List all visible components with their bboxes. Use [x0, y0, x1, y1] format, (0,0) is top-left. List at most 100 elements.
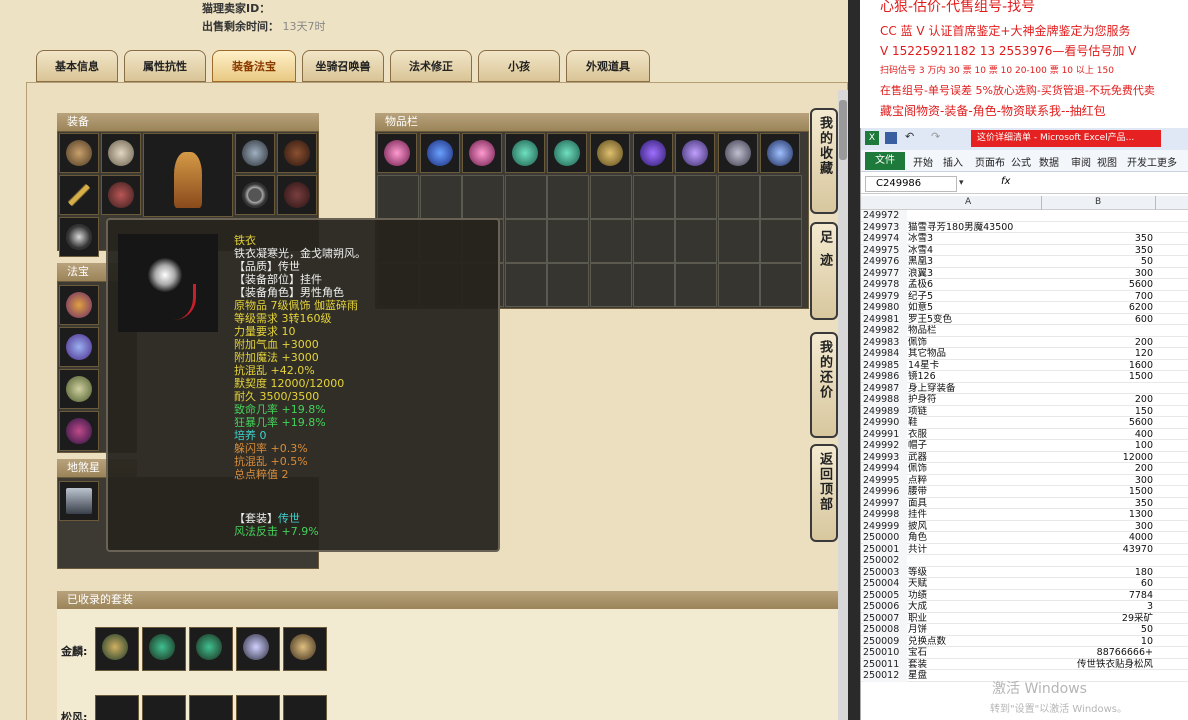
inventory-empty-slot[interactable] [504, 219, 547, 263]
cell-b[interactable]: 350 [1043, 233, 1153, 245]
inventory-empty-slot[interactable] [547, 263, 590, 307]
suit-item-slot[interactable] [283, 695, 327, 720]
cell-a[interactable]: 套装 [908, 659, 1040, 671]
inventory-empty-slot[interactable] [632, 175, 675, 219]
cell-b[interactable]: 600 [1043, 314, 1153, 326]
cell-a[interactable]: 衣服 [908, 429, 1040, 441]
ribbon-tab[interactable]: 视图 [1097, 154, 1117, 169]
cell-b[interactable]: 150 [1043, 406, 1153, 418]
cell-a[interactable]: 孟极6 [908, 279, 1040, 291]
cell-b[interactable]: 3 [1043, 601, 1153, 613]
cell-b[interactable]: 180 [1043, 567, 1153, 579]
cell-a[interactable]: 职业 [908, 613, 1040, 625]
cell-b[interactable]: 200 [1043, 337, 1153, 349]
table-row[interactable]: 250007 职业 29采矿 [861, 612, 1188, 625]
suit-item-slot[interactable] [189, 695, 233, 720]
equip-slot-necklace[interactable] [235, 133, 275, 173]
table-row[interactable]: 249985 14星卡 1600 [861, 359, 1188, 371]
table-row[interactable]: 249974 冰雪3 350 [861, 233, 1188, 245]
table-row[interactable]: 249995 点粹 300 [861, 474, 1188, 487]
cell-b[interactable]: 120 [1043, 348, 1153, 360]
table-row[interactable]: 250001 共计 43970 [861, 543, 1188, 555]
cell-b[interactable]: 350 [1043, 498, 1153, 510]
cell-b[interactable]: 传世铁衣贴身松风 [1043, 659, 1153, 671]
page-scrollbar[interactable] [838, 90, 848, 720]
table-row[interactable]: 249996 腰带 1500 [861, 486, 1188, 498]
cell-b[interactable]: 5600 [1043, 279, 1153, 291]
table-row[interactable]: 249993 武器 12000 [861, 451, 1188, 464]
ribbon-tab[interactable]: 开发工 [1127, 154, 1157, 169]
equip-slot-hat[interactable] [101, 133, 141, 173]
table-row[interactable]: 249994 佩饰 200 [861, 463, 1188, 475]
table-row[interactable]: 249990 鞋 5600 [861, 417, 1188, 429]
cell-b[interactable]: 60 [1043, 578, 1153, 590]
inventory-empty-slot[interactable] [377, 175, 419, 219]
table-row[interactable]: 249997 面具 350 [861, 497, 1188, 510]
tab-attributes[interactable]: 属性抗性 [124, 50, 206, 82]
cell-a[interactable]: 黑凰3 [908, 256, 1040, 268]
cell-b[interactable]: 200 [1043, 463, 1153, 475]
table-row[interactable]: 249979 纪子5 700 [861, 290, 1188, 302]
cell-b[interactable]: 300 [1043, 475, 1153, 487]
table-row[interactable]: 249991 衣服 400 [861, 428, 1188, 441]
cell-b[interactable]: 10 [1043, 636, 1153, 648]
equip-slot-weapon[interactable] [59, 175, 99, 215]
cell-a[interactable]: 月饼 [908, 624, 1040, 636]
ribbon-file-tab[interactable]: 文件 [865, 152, 905, 170]
suit-item-slot[interactable] [236, 627, 280, 671]
equip-slot-belt[interactable] [277, 175, 317, 215]
cell-b[interactable]: 50 [1043, 624, 1153, 636]
tab-basic-info[interactable]: 基本信息 [36, 50, 118, 82]
inventory-empty-slot[interactable] [717, 175, 760, 219]
column-header-a[interactable]: A [965, 197, 971, 207]
fabao-slot-4[interactable] [59, 411, 99, 451]
equip-slot-pendant[interactable] [59, 217, 99, 257]
cell-b[interactable]: 100 [1043, 440, 1153, 452]
cell-a[interactable]: 护身符 [908, 394, 1040, 406]
cell-a[interactable]: 佩饰 [908, 463, 1040, 475]
table-row[interactable]: 249975 冰雪4 350 [861, 244, 1188, 257]
cell-b[interactable]: 350 [1043, 245, 1153, 257]
inventory-slot[interactable] [547, 133, 588, 173]
table-row[interactable]: 249976 黑凰3 50 [861, 256, 1188, 268]
cell-a[interactable]: 罗王5变色 [908, 314, 1040, 326]
cell-b[interactable]: 1300 [1043, 509, 1153, 521]
cell-b[interactable]: 6200 [1043, 302, 1153, 314]
cell-b[interactable]: 300 [1043, 268, 1153, 280]
cell-a[interactable]: 浪翼3 [908, 268, 1040, 280]
cell-a[interactable]: 天赋 [908, 578, 1040, 590]
cell-b[interactable]: 12000 [1043, 452, 1153, 464]
cell-b[interactable]: 5600 [1043, 417, 1153, 429]
cell-b[interactable]: 4000 [1043, 532, 1153, 544]
table-row[interactable]: 249977 浪翼3 300 [861, 267, 1188, 280]
cell-a[interactable]: 佩饰 [908, 337, 1040, 349]
cell-a[interactable]: 帽子 [908, 440, 1040, 452]
cell-a[interactable]: 武器 [908, 452, 1040, 464]
cell-a[interactable]: 腰带 [908, 486, 1040, 498]
cell-a[interactable]: 如意5 [908, 302, 1040, 314]
inventory-empty-slot[interactable] [632, 219, 675, 263]
tab-appearance[interactable]: 外观道具 [566, 50, 650, 82]
cell-a[interactable]: 功绩 [908, 590, 1040, 602]
table-row[interactable]: 249973 猫雪寻芳180男魔43500 [861, 221, 1188, 234]
cell-b[interactable]: 400 [1043, 429, 1153, 441]
table-row[interactable]: 249989 项链 150 [861, 405, 1188, 418]
suit-item-slot[interactable] [189, 627, 233, 671]
inventory-empty-slot[interactable] [760, 175, 803, 219]
cell-a[interactable]: 身上穿装备 [908, 383, 1040, 395]
cell-a[interactable]: 冰雪4 [908, 245, 1040, 257]
table-row[interactable]: 250000 角色 4000 [861, 532, 1188, 544]
inventory-empty-slot[interactable] [547, 219, 590, 263]
equip-slot-ring[interactable] [235, 175, 275, 215]
cell-a[interactable]: 挂件 [908, 509, 1040, 521]
ribbon-tab[interactable]: 开始 [913, 154, 933, 169]
cell-a[interactable]: 镜126 [908, 371, 1040, 383]
tab-child[interactable]: 小孩 [478, 50, 560, 82]
table-row[interactable]: 249981 罗王5变色 600 [861, 313, 1188, 326]
inventory-slot[interactable] [419, 133, 460, 173]
table-row[interactable]: 249978 孟极6 5600 [861, 279, 1188, 291]
inventory-slot[interactable] [760, 133, 801, 173]
suit-item-slot[interactable] [142, 695, 186, 720]
cell-a[interactable]: 猫雪寻芳180男魔43500 [908, 222, 1040, 234]
cell-b[interactable]: 29采矿 [1043, 613, 1153, 625]
